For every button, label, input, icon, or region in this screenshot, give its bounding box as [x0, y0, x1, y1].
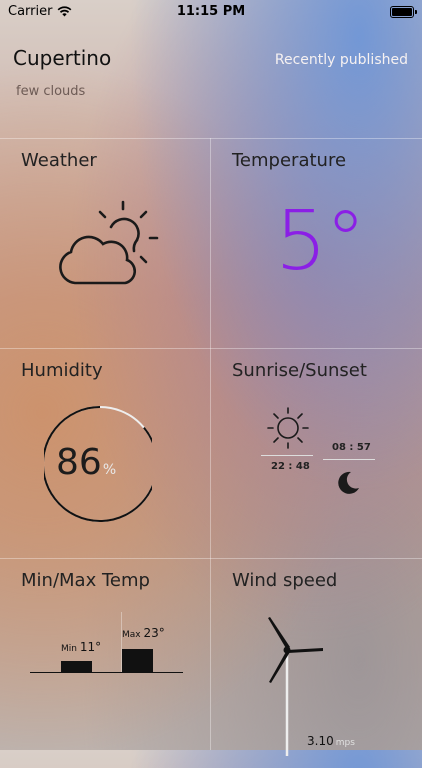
temperature-cell[interactable]: Temperature 5° [211, 138, 422, 348]
humidity-unit: % [102, 462, 117, 478]
moon-icon [338, 471, 359, 494]
sunrise-line [261, 455, 313, 456]
temperature-title: Temperature [232, 150, 347, 171]
clock: 11:15 PM [176, 4, 246, 19]
max-bar [122, 649, 153, 672]
humidity-value: 86 [56, 442, 102, 483]
humidity-readout: 86% [56, 442, 116, 483]
sunrise-time: 22 : 48 [271, 461, 310, 472]
sunset-time: 08 : 57 [332, 442, 371, 453]
min-value: 11° [79, 640, 102, 654]
weather-description: few clouds [16, 84, 86, 99]
cloud-sun-icon [59, 200, 159, 285]
min-max-cell[interactable]: Min/Max Temp Min 11° Max 23° [0, 558, 211, 768]
wind-cell[interactable]: Wind speed 3.10 mps [211, 558, 422, 768]
sun-icon [267, 407, 309, 449]
battery-icon [390, 6, 417, 18]
wind-value: 3.10 [307, 734, 334, 748]
wind-title: Wind speed [232, 570, 338, 591]
sunrise-sunset-title: Sunrise/Sunset [232, 360, 367, 381]
max-value: 23° [143, 626, 165, 640]
sunrise-sunset-cell[interactable]: Sunrise/Sunset 22 : 48 08 : 57 [211, 348, 422, 558]
wind-unit: mps [335, 738, 355, 748]
published-status: Recently published [274, 52, 408, 68]
min-max-title: Min/Max Temp [21, 570, 150, 591]
min-text: Min [61, 644, 77, 654]
min-max-baseline [30, 672, 183, 673]
weather-grid: Weather Temperature 5° Humidity 86% Sunr… [0, 138, 422, 756]
wind-readout: 3.10 mps [307, 734, 355, 748]
temperature-value: 5° [275, 194, 366, 289]
min-bar [61, 661, 92, 672]
min-label: Min 11° [61, 640, 101, 654]
humidity-cell[interactable]: Humidity 86% [0, 348, 211, 558]
status-bar: Carrier 11:15 PM [0, 0, 422, 24]
weather-cell[interactable]: Weather [0, 138, 211, 348]
humidity-title: Humidity [21, 360, 103, 381]
sunset-line [323, 459, 375, 460]
max-text: Max [122, 630, 141, 640]
weather-title: Weather [21, 150, 97, 171]
max-label: Max 23° [122, 626, 165, 640]
city-name: Cupertino [13, 46, 112, 70]
